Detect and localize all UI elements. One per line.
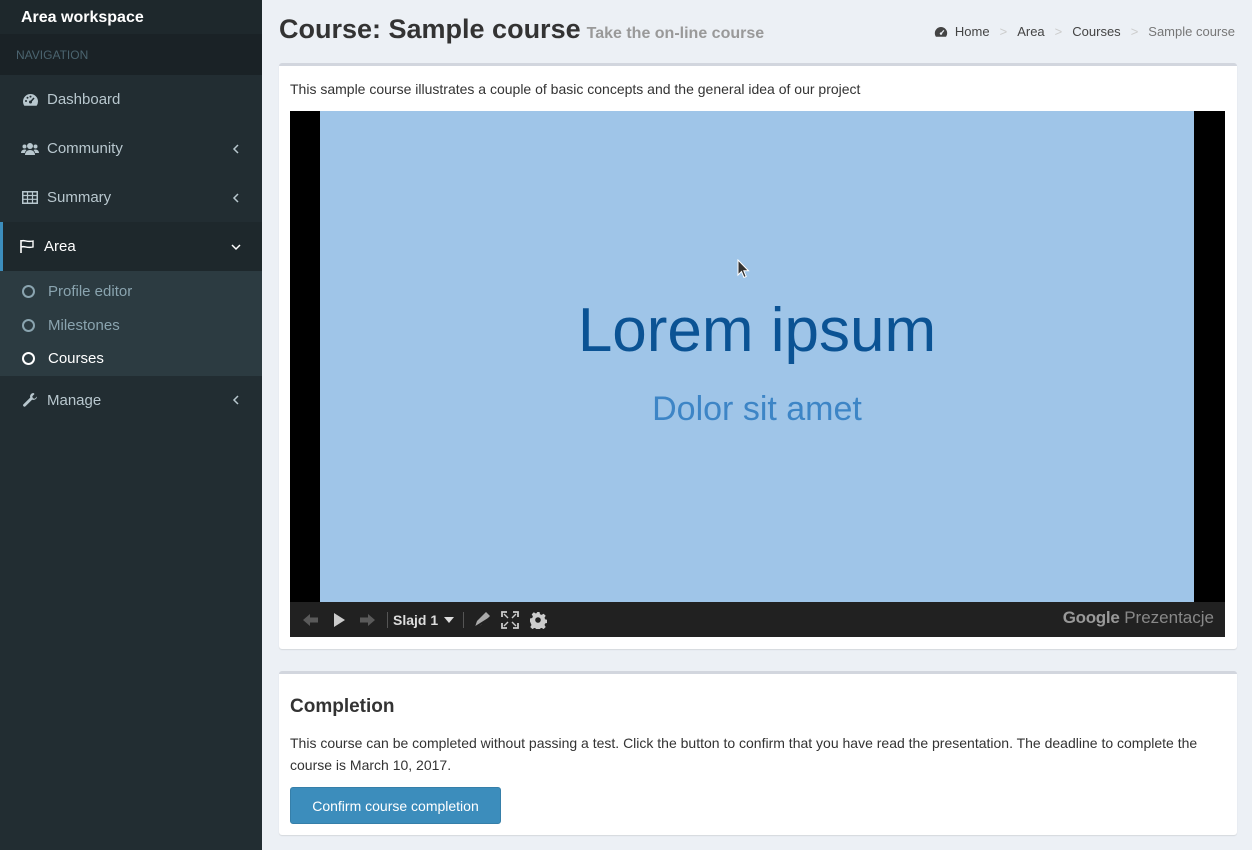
caret-down-icon [444,616,455,623]
slide-selector-label: Slajd 1 [393,611,439,628]
fullscreen-icon[interactable] [497,608,523,632]
settings-gear-icon[interactable] [525,608,551,632]
main-content: Course: Sample course Take the on-line co… [262,0,1252,850]
table-icon [21,189,39,207]
submenu-item-label: Profile editor [48,283,133,301]
controls-divider [463,611,465,628]
dashboard-icon [21,91,39,109]
sidebar-item-label: Summary [47,189,112,206]
page-title: Course: Sample course Take the on-line co… [279,14,764,45]
breadcrumb-area[interactable]: Area [1017,24,1044,39]
previous-slide-icon[interactable] [298,608,324,632]
google-slides-branding[interactable]: Google Prezentacje [1063,608,1214,628]
dashboard-icon [934,26,948,38]
chevron-left-icon [230,143,242,155]
sidebar-item-community[interactable]: Community [0,124,262,173]
flag-icon [18,238,36,256]
nav-header: Navigation [0,35,262,75]
sidebar-item-label: Area [44,238,76,255]
area-submenu: Profile editor Milestones Courses [0,271,262,376]
confirm-completion-button[interactable]: Confirm course completion [290,787,501,824]
google-logo-text: Google [1062,608,1120,627]
circle-icon [22,352,35,366]
play-icon[interactable] [326,608,352,632]
edit-pencil-icon[interactable] [469,608,495,632]
sidebar-item-dashboard[interactable]: Dashboard [0,75,262,124]
completion-text: This course can be completed without pas… [290,735,1198,773]
submenu-item-label: Milestones [48,316,120,334]
sidebar: Area workspace Navigation Dashboard Comm… [0,0,262,850]
breadcrumb: Home > Area > Courses > Sample course [934,24,1235,39]
breadcrumb-home[interactable]: Home [955,24,990,39]
completion-box: Completion This course can be completed … [279,671,1237,835]
sidebar-item-label: Dashboard [47,91,121,108]
page-subtitle: Take the on-line course [586,25,765,42]
chevron-left-icon [230,192,242,204]
chevron-left-icon [230,394,242,406]
wrench-icon [21,391,39,409]
breadcrumb-separator: > [999,24,1008,39]
controls-divider [387,611,388,628]
breadcrumb-separator: > [1130,24,1139,39]
sidebar-item-area[interactable]: Area [0,222,262,271]
breadcrumb-current: Sample course [1148,24,1235,39]
sidebar-item-label: Manage [47,391,102,409]
submenu-item-milestones[interactable]: Milestones [0,309,262,343]
circle-icon [22,285,35,299]
slide-selector[interactable]: Slajd 1 [393,611,455,628]
course-box: This sample course illustrates a couple … [279,63,1237,649]
brand-title[interactable]: Area workspace [0,0,262,35]
player-controls: Slajd 1 Google Prezentacje [290,602,1225,637]
users-icon [21,140,39,158]
breadcrumb-courses[interactable]: Courses [1072,24,1120,39]
completion-title: Completion [290,696,395,717]
mouse-cursor-icon [737,258,751,284]
chevron-down-icon [230,241,242,253]
page-title-text: Course: Sample course [279,14,581,44]
presentation-player[interactable]: Lorem ipsum Dolor sit amet Slajd 1 Googl… [290,111,1225,637]
submenu-item-courses[interactable]: Courses [0,342,262,376]
next-slide-icon[interactable] [354,608,380,632]
breadcrumb-separator: > [1054,24,1063,39]
prezentacje-label: Prezentacje [1124,608,1214,627]
submenu-item-profile-editor[interactable]: Profile editor [0,275,262,309]
course-description: This sample course illustrates a couple … [290,81,861,97]
sidebar-item-summary[interactable]: Summary [0,173,262,222]
slide-title: Lorem ipsum [577,296,937,365]
sidebar-item-manage[interactable]: Manage [0,376,262,425]
slide-subtitle: Dolor sit amet [652,390,862,428]
presentation-slide[interactable]: Lorem ipsum Dolor sit amet [320,111,1194,602]
circle-icon [22,318,35,332]
submenu-item-label: Courses [48,350,104,368]
sidebar-item-label: Community [47,140,123,157]
